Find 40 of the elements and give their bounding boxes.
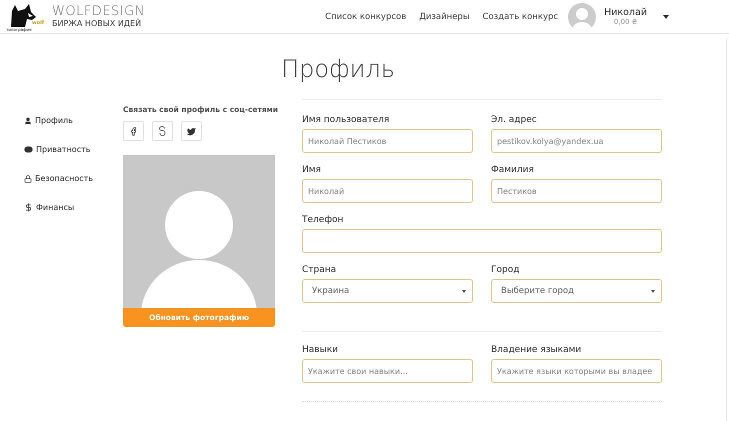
field-label: Имя пользователя [302, 114, 390, 126]
sidebar-item[interactable]: Профиль [24, 115, 123, 126]
caret-icon [651, 290, 655, 292]
page-title: Профиль [280, 54, 396, 85]
nav-link[interactable]: Список конкурсов [325, 12, 406, 22]
field-label: Телефон [302, 214, 344, 226]
input-field[interactable]: Укажите языки которыми вы владее [491, 359, 662, 383]
sidebar-item[interactable]: Финансы [24, 202, 123, 213]
select-field[interactable]: Украина [302, 279, 473, 303]
sidebar-item[interactable]: Приватность [24, 144, 123, 155]
input-field[interactable]: pestikov.kolya@yandex.ua [491, 129, 662, 153]
brand-name: WOLFDESIGN [52, 4, 145, 18]
brand-tagline: БИРЖА НОВЫХ ИДЕЙ [52, 18, 142, 28]
twitter-icon [187, 126, 196, 136]
social-button[interactable] [181, 121, 202, 141]
social-button[interactable] [152, 121, 173, 141]
sidebar-item[interactable]: Безопасность [24, 173, 123, 184]
facebook-icon [129, 126, 138, 136]
nav-link[interactable]: Создать конкурс [482, 12, 558, 22]
input-field[interactable]: Пестиков [491, 179, 662, 203]
input-field[interactable]: Николай [302, 179, 473, 203]
dollar-icon [24, 203, 33, 212]
caret-icon[interactable] [663, 14, 669, 18]
field-label: Страна [302, 264, 338, 276]
select-field[interactable]: Выберите город [491, 279, 662, 303]
input-field[interactable]: Николай Пестиков [302, 129, 473, 153]
field-label: Имя [302, 164, 322, 176]
input-field[interactable]: Укажите свои навыки... [302, 359, 473, 383]
field-label: Владение языками [491, 344, 582, 356]
user-name: Николай [604, 7, 647, 18]
social-button[interactable] [123, 121, 144, 141]
field-label: Навыки [302, 344, 339, 356]
user-icon [24, 116, 32, 124]
field-label: Эл. адрес [491, 114, 538, 126]
field-label: Город [491, 264, 520, 276]
nav-link[interactable]: Дизайнеры [419, 12, 470, 22]
caret-icon [462, 290, 466, 292]
input-field[interactable] [302, 229, 662, 253]
lock-icon [24, 174, 32, 182]
field-label: Фамилия [491, 164, 535, 176]
